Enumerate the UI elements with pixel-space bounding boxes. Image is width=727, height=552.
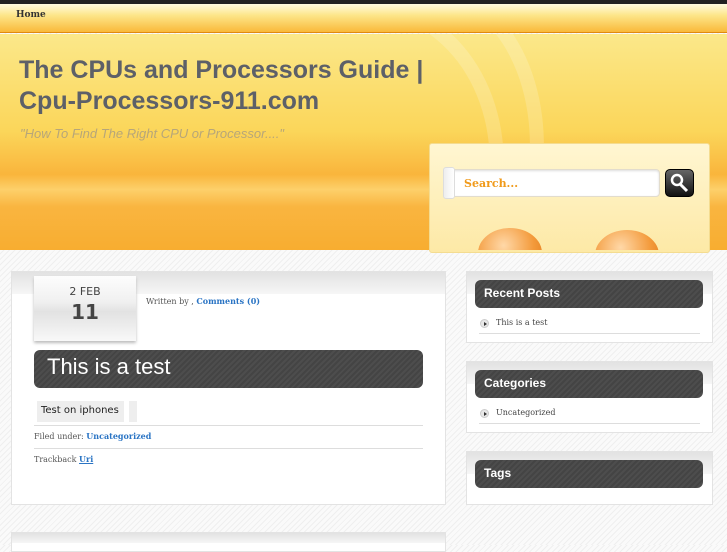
post-title[interactable]: This is a test bbox=[34, 350, 423, 388]
site-tagline: "How To Find The Right CPU or Processor.… bbox=[20, 126, 285, 141]
post-meta: Written by , Comments (0) bbox=[146, 296, 260, 306]
written-by: Written by , bbox=[146, 297, 194, 306]
post-date: 2 FEB 11 bbox=[34, 276, 136, 341]
search-button[interactable] bbox=[665, 169, 694, 197]
divider bbox=[34, 448, 423, 449]
category-link[interactable]: Uncategorized bbox=[86, 431, 151, 441]
date-month: 2 FEB bbox=[69, 285, 101, 298]
search-input-cap bbox=[443, 167, 455, 199]
search-input[interactable] bbox=[443, 169, 660, 197]
magnifier-icon bbox=[670, 173, 689, 193]
tags-heading: Tags bbox=[475, 460, 703, 488]
trackback: Trackback Uri bbox=[34, 454, 93, 464]
filed-label: Filed under: bbox=[34, 432, 84, 441]
divider bbox=[479, 423, 700, 424]
post-tag[interactable]: Test on iphones bbox=[37, 401, 124, 422]
site-title[interactable]: The CPUs and Processors Guide | Cpu-Proc… bbox=[19, 55, 449, 117]
next-post-box bbox=[11, 532, 446, 552]
trackback-link[interactable]: Uri bbox=[79, 454, 93, 464]
category-link[interactable]: Uncategorized bbox=[496, 408, 555, 417]
divider bbox=[479, 333, 700, 334]
arrow-bullet-icon bbox=[480, 408, 489, 418]
divider bbox=[34, 425, 423, 426]
trackback-label: Trackback bbox=[34, 455, 77, 464]
date-day: 11 bbox=[71, 300, 99, 324]
recent-post-link[interactable]: This is a test bbox=[496, 318, 547, 327]
recent-post-item[interactable]: This is a test bbox=[480, 318, 547, 328]
category-item[interactable]: Uncategorized bbox=[480, 408, 555, 418]
nav-home-link[interactable]: Home bbox=[16, 10, 46, 20]
categories-heading: Categories bbox=[475, 370, 703, 398]
search-panel bbox=[429, 143, 710, 253]
nav-bar: Home bbox=[0, 4, 727, 33]
recent-posts-heading: Recent Posts bbox=[475, 280, 703, 308]
arrow-bullet-icon bbox=[480, 318, 489, 328]
filed-under: Filed under: Uncategorized bbox=[34, 431, 151, 441]
comments-link[interactable]: Comments (0) bbox=[196, 296, 260, 306]
post-tag-end bbox=[129, 401, 137, 422]
